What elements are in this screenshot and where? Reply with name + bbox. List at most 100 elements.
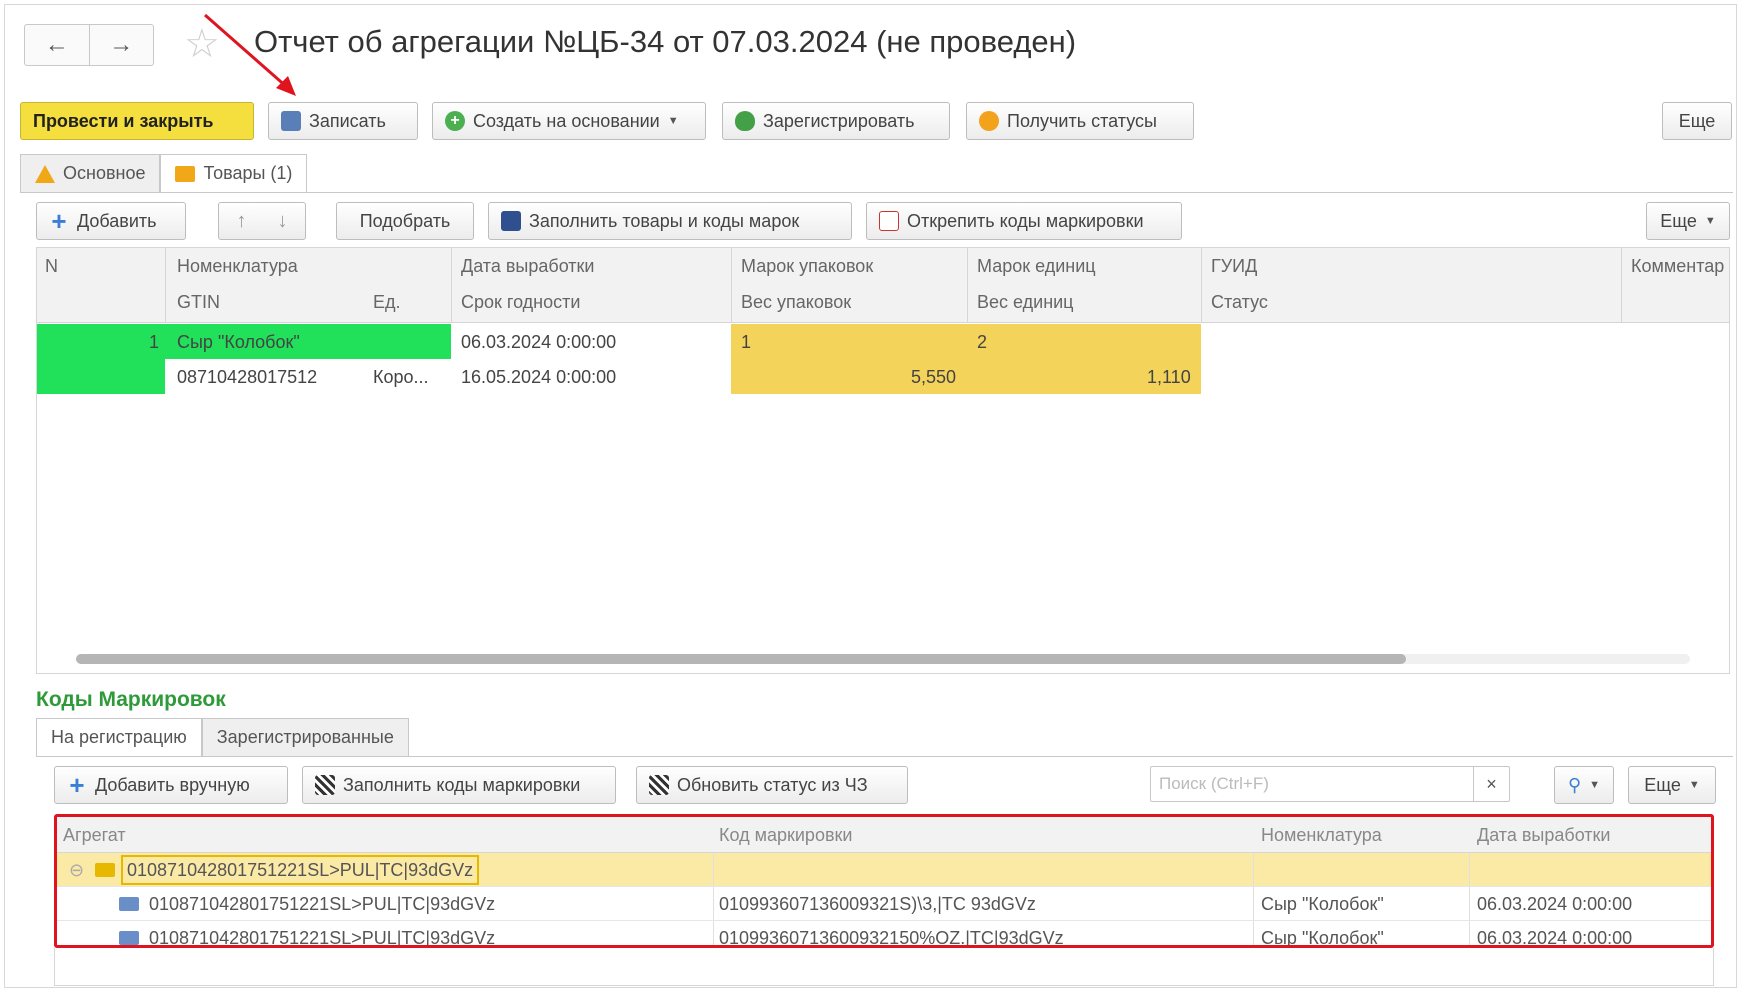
chevron-down-icon: ▼: [1688, 779, 1700, 791]
fill-goods-button[interactable]: Заполнить товары и коды марок: [488, 202, 852, 240]
col-divider: [713, 887, 714, 920]
tab-main[interactable]: Основное: [20, 154, 161, 192]
col-codes-nomenclature: Номенклатура: [1261, 825, 1382, 845]
save-label: Записать: [309, 110, 386, 131]
date-cell: 06.03.2024 0:00:00: [1477, 928, 1633, 948]
scroll-thumb[interactable]: [76, 654, 1406, 664]
save-button[interactable]: Записать: [268, 102, 418, 140]
update-status-label: Обновить статус из ЧЗ: [677, 774, 868, 795]
plus-icon: +: [51, 206, 67, 236]
pick-button[interactable]: Подобрать: [336, 202, 474, 240]
codes-tabs-divider: [36, 756, 1733, 757]
plus-icon: +: [69, 770, 85, 800]
col-divider: [1253, 921, 1254, 945]
annotation-arrow: [204, 13, 296, 96]
tab-to-register[interactable]: На регистрацию: [36, 718, 202, 756]
marking-code-cell: 010993607136009321S)\3,|TC 93dGVz: [719, 894, 1036, 914]
nomenclature-cell: Сыр "Колобок": [1261, 928, 1384, 948]
update-status-button[interactable]: Обновить статус из ЧЗ: [636, 766, 908, 804]
col-pack-marks: Марок упаковок: [741, 256, 874, 276]
codes-table[interactable]: Агрегат Код маркировки Номенклатура Дата…: [54, 814, 1714, 948]
col-divider: [1253, 853, 1254, 886]
form-tabs: Основное Товары (1): [20, 154, 308, 192]
pick-label: Подобрать: [359, 210, 451, 231]
col-status: Статус: [1211, 292, 1268, 312]
add-button[interactable]: + Добавить: [36, 202, 186, 240]
forward-arrow-icon[interactable]: →: [88, 25, 154, 65]
col-n: N: [45, 256, 58, 276]
goods-more-button[interactable]: Еще ▼: [1646, 202, 1730, 240]
more-button[interactable]: Еще: [1662, 102, 1732, 140]
goods-table[interactable]: N Номенклатура Дата выработки Марок упак…: [36, 247, 1730, 674]
table-row[interactable]: ⊖ 010871042801751221SL>PUL|TC|93dGVz: [57, 853, 1711, 887]
up-arrow-icon[interactable]: ↑: [232, 211, 252, 231]
goods-more-label: Еще: [1660, 210, 1697, 231]
register-label: Зарегистрировать: [763, 110, 915, 131]
register-button[interactable]: Зарегистрировать: [722, 102, 950, 140]
col-comment: Комментар: [1631, 256, 1725, 276]
col-unit: Ед.: [373, 292, 401, 312]
horizontal-scrollbar[interactable]: [36, 650, 1730, 666]
marks-highlight: [731, 324, 1201, 394]
row-expiry[interactable]: 16.05.2024 0:00:00: [461, 367, 616, 388]
add-manual-label: Добавить вручную: [95, 774, 250, 795]
row-nomenclature[interactable]: Сыр "Колобок": [177, 332, 300, 353]
get-statuses-label: Получить статусы: [1007, 110, 1157, 131]
search-placeholder: Поиск (Ctrl+F): [1159, 774, 1269, 793]
collapse-icon[interactable]: ⊖: [69, 860, 84, 881]
aggregate-cell: 010871042801751221SL>PUL|TC|93dGVz: [149, 894, 496, 914]
fill-icon: [501, 211, 521, 231]
clear-icon[interactable]: ×: [1473, 767, 1509, 801]
row-unit-weight[interactable]: 1,110: [1147, 367, 1191, 388]
unpin-codes-button[interactable]: Открепить коды маркировки: [866, 202, 1182, 240]
row-prod-date[interactable]: 06.03.2024 0:00:00: [461, 332, 616, 353]
col-divider: [1201, 248, 1202, 323]
marking-code-cell: 01099360713600932150%OZ.|TC|93dGVz: [719, 928, 1064, 948]
tab-registered[interactable]: Зарегистрированные: [201, 718, 409, 756]
save-icon: [281, 111, 301, 131]
search-button[interactable]: ⚲ ▼: [1554, 766, 1614, 804]
box-icon: [95, 863, 115, 877]
table-row[interactable]: 010871042801751221SL>PUL|TC|93dGVz 01099…: [57, 887, 1711, 921]
col-divider: [165, 248, 166, 323]
down-arrow-icon[interactable]: ↓: [273, 211, 293, 231]
post-close-button[interactable]: Провести и закрыть: [20, 102, 254, 140]
row-unit-marks[interactable]: 2: [977, 332, 987, 353]
tab-goods-label: Товары (1): [203, 163, 293, 183]
tab-goods[interactable]: Товары (1): [160, 154, 308, 192]
row-n: 1: [149, 332, 160, 352]
col-divider: [967, 248, 968, 323]
col-marking-code: Код маркировки: [719, 825, 853, 845]
shield-icon: [735, 111, 755, 131]
col-divider: [1469, 921, 1470, 945]
codes-table-header: Агрегат Код маркировки Номенклатура Дата…: [57, 817, 1711, 853]
fill-goods-label: Заполнить товары и коды марок: [529, 210, 800, 231]
search-input[interactable]: Поиск (Ctrl+F) ×: [1150, 766, 1510, 802]
col-divider: [713, 921, 714, 945]
fill-codes-button[interactable]: Заполнить коды маркировки: [302, 766, 616, 804]
col-gtin: GTIN: [177, 292, 220, 312]
search-icon: ⚲: [1567, 774, 1582, 795]
get-statuses-button[interactable]: Получить статусы: [966, 102, 1194, 140]
codes-table-empty-area: [54, 948, 1714, 986]
cart-icon: [175, 165, 196, 182]
unpin-codes-label: Открепить коды маркировки: [907, 210, 1144, 231]
move-buttons: ↑ ↓: [218, 202, 306, 240]
create-based-button[interactable]: + Создать на основании ▼: [432, 102, 706, 140]
row-pack-weight[interactable]: 5,550: [911, 367, 956, 388]
row-unit[interactable]: Коро...: [373, 367, 429, 388]
more-label: Еще: [1678, 110, 1716, 131]
codes-more-button[interactable]: Еще ▼: [1628, 766, 1716, 804]
col-aggregate: Агрегат: [63, 825, 126, 845]
aggregate-cell[interactable]: 010871042801751221SL>PUL|TC|93dGVz: [121, 855, 480, 885]
unpin-icon: [879, 211, 899, 231]
aggregate-cell: 010871042801751221SL>PUL|TC|93dGVz: [149, 928, 496, 948]
refresh-icon: [979, 111, 999, 131]
box-icon: [119, 897, 139, 911]
row-pack-marks[interactable]: 1: [741, 332, 751, 353]
row-gtin[interactable]: 08710428017512: [177, 367, 317, 388]
add-manual-button[interactable]: + Добавить вручную: [54, 766, 288, 804]
table-row[interactable]: 010871042801751221SL>PUL|TC|93dGVz 01099…: [57, 921, 1711, 948]
chevron-down-icon: ▼: [1704, 215, 1716, 227]
back-arrow-icon[interactable]: ←: [25, 25, 89, 65]
